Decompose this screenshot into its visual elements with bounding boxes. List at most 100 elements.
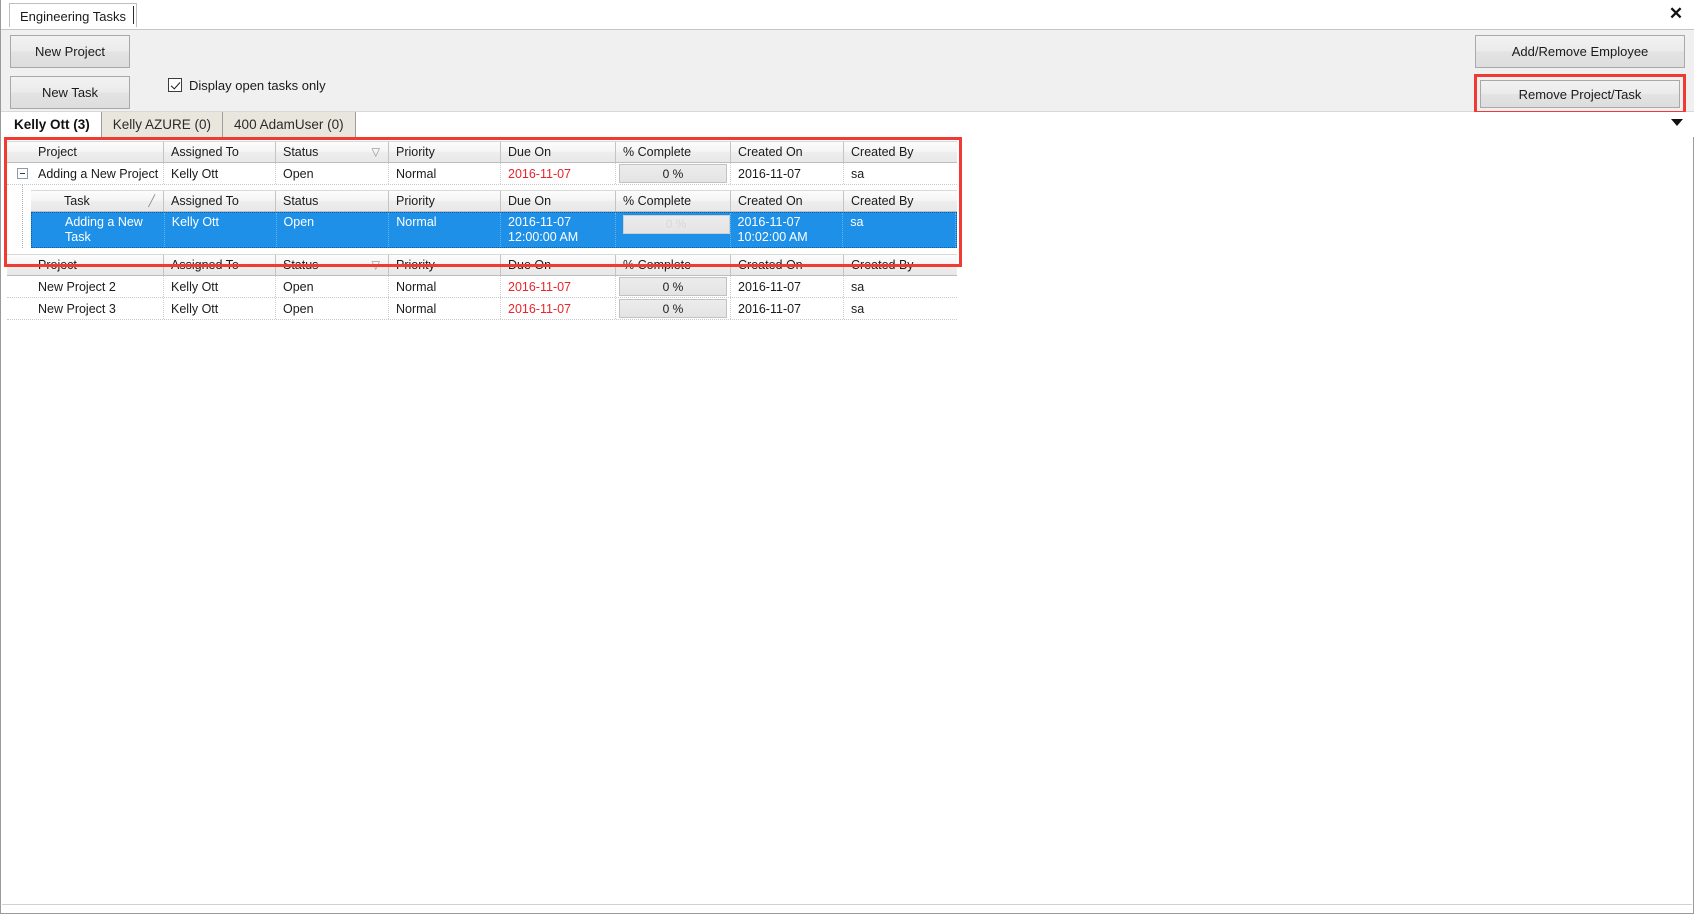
document-tab-engineering-tasks[interactable]: Engineering Tasks bbox=[9, 3, 137, 27]
sort-descending-icon: ▽ bbox=[371, 146, 380, 159]
collapse-minus-icon[interactable] bbox=[17, 168, 28, 179]
cell-assigned-to: Kelly Ott bbox=[165, 213, 277, 247]
column-header-project[interactable]: Project bbox=[31, 142, 164, 162]
cell-priority: Normal bbox=[389, 276, 501, 297]
remove-project-task-button[interactable]: Remove Project/Task bbox=[1480, 80, 1680, 108]
column-header-created-by[interactable]: Created By bbox=[844, 142, 957, 162]
cell-status: Open bbox=[276, 163, 389, 184]
window-titlebar: Engineering Tasks ✕ bbox=[1, 0, 1694, 30]
column-header-created-by[interactable]: Created By bbox=[844, 255, 957, 275]
document-tab-label: Engineering Tasks bbox=[20, 9, 126, 24]
project-header-row: Project Assigned To Status ▽ Priority Du… bbox=[7, 141, 957, 163]
cell-percent-complete: 0 % bbox=[616, 163, 731, 184]
cell-project: New Project 2 bbox=[31, 276, 164, 297]
progress-bar: 0 % bbox=[619, 164, 727, 183]
column-header-created-on[interactable]: Created On bbox=[731, 191, 844, 211]
cell-assigned-to: Kelly Ott bbox=[164, 276, 276, 297]
tasks-subgrid: Task ╱ Assigned To Status Priority Due O… bbox=[22, 185, 957, 248]
close-icon[interactable]: ✕ bbox=[1666, 4, 1686, 24]
column-header-label: Task bbox=[64, 194, 90, 208]
cell-created-by: sa bbox=[851, 166, 865, 181]
cell-percent-complete: 0 % bbox=[616, 298, 731, 319]
cell-project: Adding a New Project bbox=[31, 163, 164, 184]
column-header-status[interactable]: Status bbox=[276, 191, 389, 211]
employee-tabbar: Kelly Ott (3) Kelly AZURE (0) 400 AdamUs… bbox=[1, 112, 1694, 137]
text-caret bbox=[133, 6, 134, 24]
column-header-label: Status bbox=[283, 258, 319, 272]
employee-tab-kelly-azure[interactable]: Kelly AZURE (0) bbox=[101, 112, 224, 137]
table-row[interactable]: New Project 2 Kelly Ott Open Normal 2016… bbox=[7, 276, 957, 298]
cell-due-on: 2016-11-07 bbox=[501, 163, 616, 184]
table-row-task-selected[interactable]: Adding a New Task Kelly Ott Open Normal … bbox=[31, 212, 957, 248]
column-header-priority[interactable]: Priority bbox=[389, 191, 501, 211]
display-open-tasks-only-checkbox[interactable]: Display open tasks only bbox=[168, 75, 326, 95]
cell-project: New Project 3 bbox=[31, 298, 164, 319]
column-header-due-on[interactable]: Due On bbox=[501, 191, 616, 211]
table-row[interactable]: New Project 3 Kelly Ott Open Normal 2016… bbox=[7, 298, 957, 320]
column-header-status[interactable]: Status ▽ bbox=[276, 255, 389, 275]
column-header-percent-complete[interactable]: % Complete bbox=[616, 142, 731, 162]
cell-created-on: 2016-11-07 bbox=[731, 276, 844, 297]
expander-cell bbox=[7, 163, 31, 184]
cell-status: Open bbox=[277, 213, 390, 247]
add-remove-employee-button[interactable]: Add/Remove Employee bbox=[1475, 35, 1685, 68]
cell-created-by: sa bbox=[851, 279, 865, 294]
column-header-task[interactable]: Task ╱ bbox=[57, 191, 164, 211]
column-header-assigned-to[interactable]: Assigned To bbox=[164, 142, 276, 162]
expander-cell bbox=[7, 298, 31, 319]
column-header-label: Status bbox=[283, 145, 319, 159]
projects-grid: Project Assigned To Status ▽ Priority Du… bbox=[7, 141, 957, 320]
cell-created-on: 2016-11-07 bbox=[731, 298, 844, 319]
column-header-assigned-to[interactable]: Assigned To bbox=[164, 191, 276, 211]
column-header-created-on[interactable]: Created On bbox=[731, 255, 844, 275]
column-header-percent-complete[interactable]: % Complete bbox=[616, 255, 731, 275]
employee-tab-label: 400 AdamUser (0) bbox=[234, 117, 344, 132]
indent-cell bbox=[7, 255, 31, 275]
tree-line bbox=[22, 185, 23, 248]
column-header-created-by[interactable]: Created By bbox=[844, 191, 957, 211]
new-task-button[interactable]: New Task bbox=[10, 76, 130, 109]
indent-cell bbox=[7, 142, 31, 162]
column-header-due-on[interactable]: Due On bbox=[501, 255, 616, 275]
progress-bar: 0 % bbox=[619, 277, 727, 296]
cell-priority: Normal bbox=[389, 213, 502, 247]
cell-created-by: sa bbox=[851, 301, 865, 316]
table-row-project-expanded[interactable]: Adding a New Project Kelly Ott Open Norm… bbox=[7, 163, 957, 185]
column-header-status[interactable]: Status ▽ bbox=[276, 142, 389, 162]
expander-cell bbox=[7, 276, 31, 297]
toolbar: New Project New Task Display open tasks … bbox=[1, 30, 1694, 114]
column-header-project[interactable]: Project bbox=[31, 255, 164, 275]
cell-due-on: 2016-11-07 bbox=[501, 276, 616, 297]
project-header-row-2: Project Assigned To Status ▽ Priority Du… bbox=[7, 254, 957, 276]
chevron-down-icon[interactable] bbox=[1671, 119, 1683, 126]
sort-descending-icon: ▽ bbox=[371, 259, 380, 272]
cell-created-by: sa bbox=[843, 213, 957, 247]
cell-due-on: 2016-11-07 bbox=[501, 298, 616, 319]
progress-bar: 0 % bbox=[622, 215, 730, 234]
cell-created-on: 2016-11-07 10:02:00 AM bbox=[731, 213, 844, 247]
cell-percent-complete: 0 % bbox=[616, 276, 731, 297]
employee-tab-list: Kelly Ott (3) Kelly AZURE (0) 400 AdamUs… bbox=[3, 112, 356, 137]
column-header-assigned-to[interactable]: Assigned To bbox=[164, 255, 276, 275]
column-header-priority[interactable]: Priority bbox=[389, 142, 501, 162]
display-open-tasks-only-label: Display open tasks only bbox=[189, 77, 326, 93]
employee-tab-kelly-ott[interactable]: Kelly Ott (3) bbox=[3, 112, 102, 137]
sort-ascending-icon: ╱ bbox=[148, 195, 155, 208]
employee-tab-label: Kelly Ott (3) bbox=[14, 117, 90, 132]
column-header-due-on[interactable]: Due On bbox=[501, 142, 616, 162]
employee-tab-label: Kelly AZURE (0) bbox=[112, 117, 212, 132]
checkbox-check-icon bbox=[168, 78, 182, 92]
cell-created-on: 2016-11-07 bbox=[731, 163, 844, 184]
status-strip bbox=[2, 904, 1692, 912]
cell-status: Open bbox=[276, 298, 389, 319]
new-project-button[interactable]: New Project bbox=[10, 35, 130, 68]
column-header-priority[interactable]: Priority bbox=[389, 255, 501, 275]
column-header-percent-complete[interactable]: % Complete bbox=[616, 191, 731, 211]
cell-status: Open bbox=[276, 276, 389, 297]
cell-due-on: 2016-11-07 12:00:00 AM bbox=[501, 213, 616, 247]
task-header-row: Task ╱ Assigned To Status Priority Due O… bbox=[31, 190, 957, 212]
employee-tab-400-adamuser[interactable]: 400 AdamUser (0) bbox=[223, 112, 356, 137]
engineering-tasks-window: Engineering Tasks ✕ New Project New Task… bbox=[0, 0, 1694, 914]
column-header-created-on[interactable]: Created On bbox=[731, 142, 844, 162]
cell-percent-complete: 0 % bbox=[616, 213, 731, 247]
